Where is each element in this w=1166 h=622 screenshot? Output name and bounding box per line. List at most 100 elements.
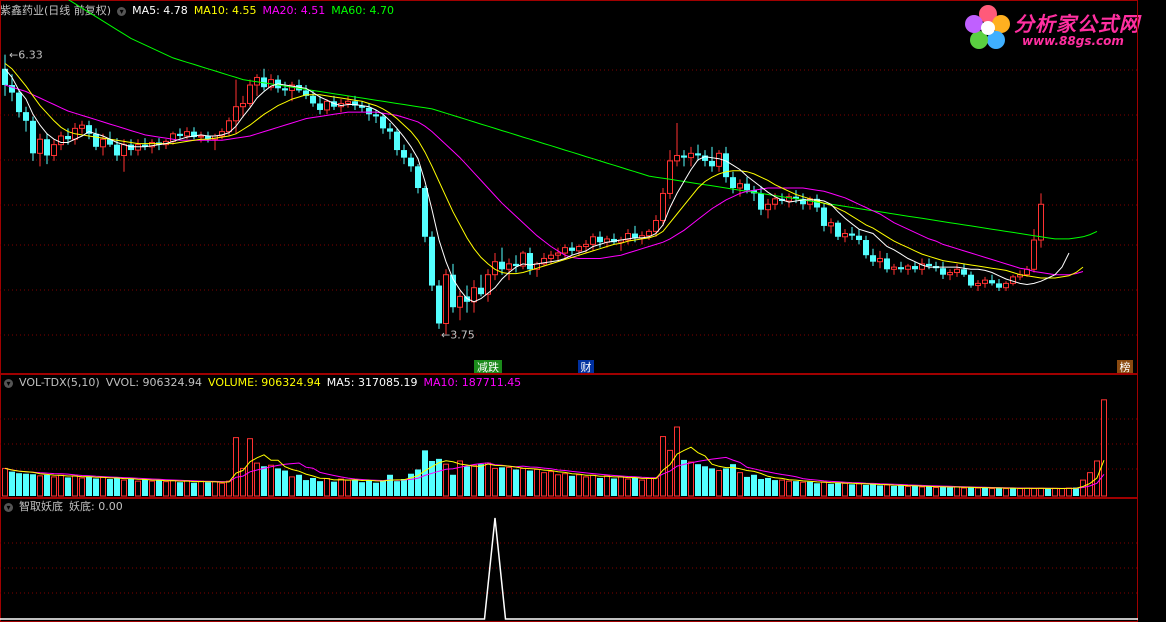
volume-bar-up — [37, 475, 43, 497]
candle-down — [387, 128, 393, 132]
volume-bar-down — [366, 480, 372, 496]
volume-bar-up — [562, 473, 568, 497]
volume-bar-down — [205, 482, 211, 496]
volume-bar-up — [233, 437, 239, 497]
indicator-chart — [0, 498, 1138, 622]
volume-bar-down — [415, 469, 421, 496]
volume-bar-up — [1017, 488, 1023, 497]
volume-bar-down — [695, 464, 701, 496]
volume-bar-up — [646, 477, 652, 497]
volume-bar-down — [877, 485, 883, 496]
candle-down — [569, 247, 575, 251]
candle-up — [646, 230, 652, 237]
volume-bar-up — [653, 477, 659, 497]
candle-down — [114, 144, 120, 156]
candle-up — [737, 183, 743, 189]
volume-bar-down — [597, 477, 603, 496]
candle-down — [16, 92, 22, 113]
volume-bar-down — [107, 479, 113, 496]
candle-up — [1031, 239, 1037, 270]
volume-bar-up — [345, 479, 351, 497]
high-price-label: ←6.33 — [9, 49, 43, 62]
candle-down — [380, 116, 386, 129]
volume-bar-up — [254, 462, 260, 497]
candle-down — [394, 131, 400, 151]
volume-bar-up — [590, 474, 596, 497]
candle-up — [100, 138, 106, 148]
volume-bar-down — [275, 468, 281, 496]
candle-down — [849, 233, 855, 236]
volume-bar-up — [779, 479, 785, 497]
volume-bar-up — [58, 474, 64, 497]
volume-bar-up — [1003, 488, 1009, 497]
candle-down — [408, 157, 414, 167]
volume-bar-down — [947, 487, 953, 496]
candle-up — [1003, 282, 1009, 289]
volume-bar-down — [359, 482, 365, 496]
volume-chart — [0, 374, 1138, 498]
candle-down — [177, 133, 183, 136]
candle-up — [688, 152, 694, 159]
volume-bar-down — [730, 464, 736, 496]
candle-down — [317, 103, 323, 110]
candle-up — [954, 268, 960, 274]
volume-bar-down — [282, 470, 288, 496]
volume-bar-down — [142, 479, 148, 496]
candle-up — [905, 265, 911, 270]
volume-bar-up — [1038, 487, 1044, 497]
volume-bar-up — [667, 449, 673, 497]
marker-label: 财 — [581, 360, 592, 374]
candle-up — [674, 154, 680, 162]
volume-bar-up — [933, 487, 939, 497]
candle-down — [681, 155, 687, 158]
volume-bar-up — [576, 474, 582, 497]
candle-up — [653, 220, 659, 232]
candle-down — [632, 233, 638, 238]
candle-down — [128, 144, 134, 151]
volume-bar-up — [821, 481, 827, 497]
candle-down — [730, 177, 736, 188]
candle-down — [912, 266, 918, 270]
candle-up — [828, 222, 834, 227]
volume-bar-down — [191, 482, 197, 496]
volume-bar-down — [303, 480, 309, 496]
candle-up — [842, 233, 848, 238]
candle-up — [184, 131, 190, 137]
volume-bar-down — [1045, 488, 1051, 496]
volume-bar-down — [422, 450, 428, 496]
candle-down — [856, 235, 862, 241]
marker-label: 减跌 — [477, 360, 499, 374]
volume-bar-up — [856, 483, 862, 497]
low-price-label: ←3.75 — [441, 328, 475, 341]
candle-down — [870, 255, 876, 262]
volume-bar-up — [604, 475, 610, 497]
volume-bar-down — [1010, 488, 1016, 496]
volume-bar-up — [625, 478, 631, 497]
volume-bar-up — [212, 481, 218, 497]
candle-down — [989, 280, 995, 284]
volume-bar-up — [268, 464, 274, 497]
candle-up — [716, 152, 722, 167]
volume-bar-up — [135, 480, 141, 497]
candle-up — [1038, 203, 1044, 241]
volume-bar-up — [2, 467, 8, 497]
volume-bar-up — [688, 461, 694, 497]
marker-label: 榜 — [1120, 360, 1131, 374]
candle-up — [79, 124, 85, 129]
candle-up — [121, 144, 127, 156]
volume-bar-up — [618, 476, 624, 497]
candle-down — [93, 133, 99, 147]
volume-bar-up — [842, 482, 848, 497]
volume-bar-down — [751, 474, 757, 496]
volume-bar-up — [1052, 487, 1058, 497]
volume-bar-down — [723, 468, 729, 496]
volume-bar-up — [121, 479, 127, 497]
candle-up — [58, 135, 64, 146]
volume-bar-up — [520, 467, 526, 497]
volume-bar-up — [919, 486, 925, 497]
volume-bar-down — [940, 486, 946, 496]
volume-bar-up — [639, 479, 645, 497]
volume-bar-up — [100, 476, 106, 497]
candle-down — [499, 261, 505, 270]
volume-bar-down — [898, 485, 904, 496]
